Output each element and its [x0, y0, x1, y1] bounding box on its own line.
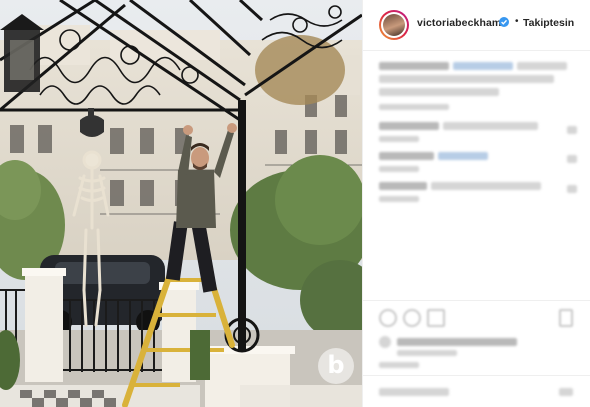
comment-like-blur	[567, 155, 577, 163]
share-icon[interactable]	[427, 309, 445, 327]
separator-dot: •	[515, 16, 519, 27]
timestamp-blur	[379, 362, 419, 368]
caption-blur	[453, 62, 513, 70]
avatar-image	[383, 14, 405, 36]
instagram-post: b victoriabeckham • Takiptesin	[0, 0, 590, 407]
post-photo[interactable]: b	[0, 0, 362, 407]
caption-blur	[379, 75, 554, 83]
username-link[interactable]: victoriabeckham	[417, 17, 501, 29]
verified-badge-icon	[499, 17, 509, 27]
comment-blur	[379, 122, 439, 130]
watermark-logo: b	[318, 348, 354, 384]
add-comment-input[interactable]	[379, 388, 449, 396]
liker-avatar-blur	[379, 336, 391, 348]
caption-blur	[517, 62, 567, 70]
likes-text-blur	[397, 338, 517, 346]
avatar-ring	[381, 12, 407, 38]
post-photo-image	[0, 0, 362, 407]
comment-blur	[379, 182, 427, 190]
caption-blur	[379, 104, 449, 110]
comment-icon[interactable]	[403, 309, 421, 327]
comment-blur	[379, 136, 419, 142]
comment-blur	[443, 122, 538, 130]
post-header: victoriabeckham • Takiptesin	[363, 0, 590, 51]
comment-like-blur	[567, 185, 577, 193]
more-options-icon[interactable]	[559, 388, 573, 396]
caption-blur	[379, 62, 449, 70]
comment-blur	[379, 152, 434, 160]
bookmark-icon[interactable]	[559, 309, 573, 327]
comment-blur	[379, 166, 419, 172]
caption-blur	[379, 88, 499, 96]
comment-like-blur	[567, 126, 577, 134]
following-button[interactable]: Takiptesin	[523, 17, 574, 29]
comment-blur	[431, 182, 541, 190]
post-sidebar: victoriabeckham • Takiptesin	[362, 0, 590, 407]
likes-text-blur	[397, 350, 457, 356]
comment-blur	[438, 152, 488, 160]
avatar[interactable]	[379, 10, 409, 40]
comment-blur	[379, 196, 419, 202]
heart-icon[interactable]	[379, 309, 397, 327]
add-comment-bar	[363, 375, 590, 407]
action-bar	[363, 300, 590, 331]
